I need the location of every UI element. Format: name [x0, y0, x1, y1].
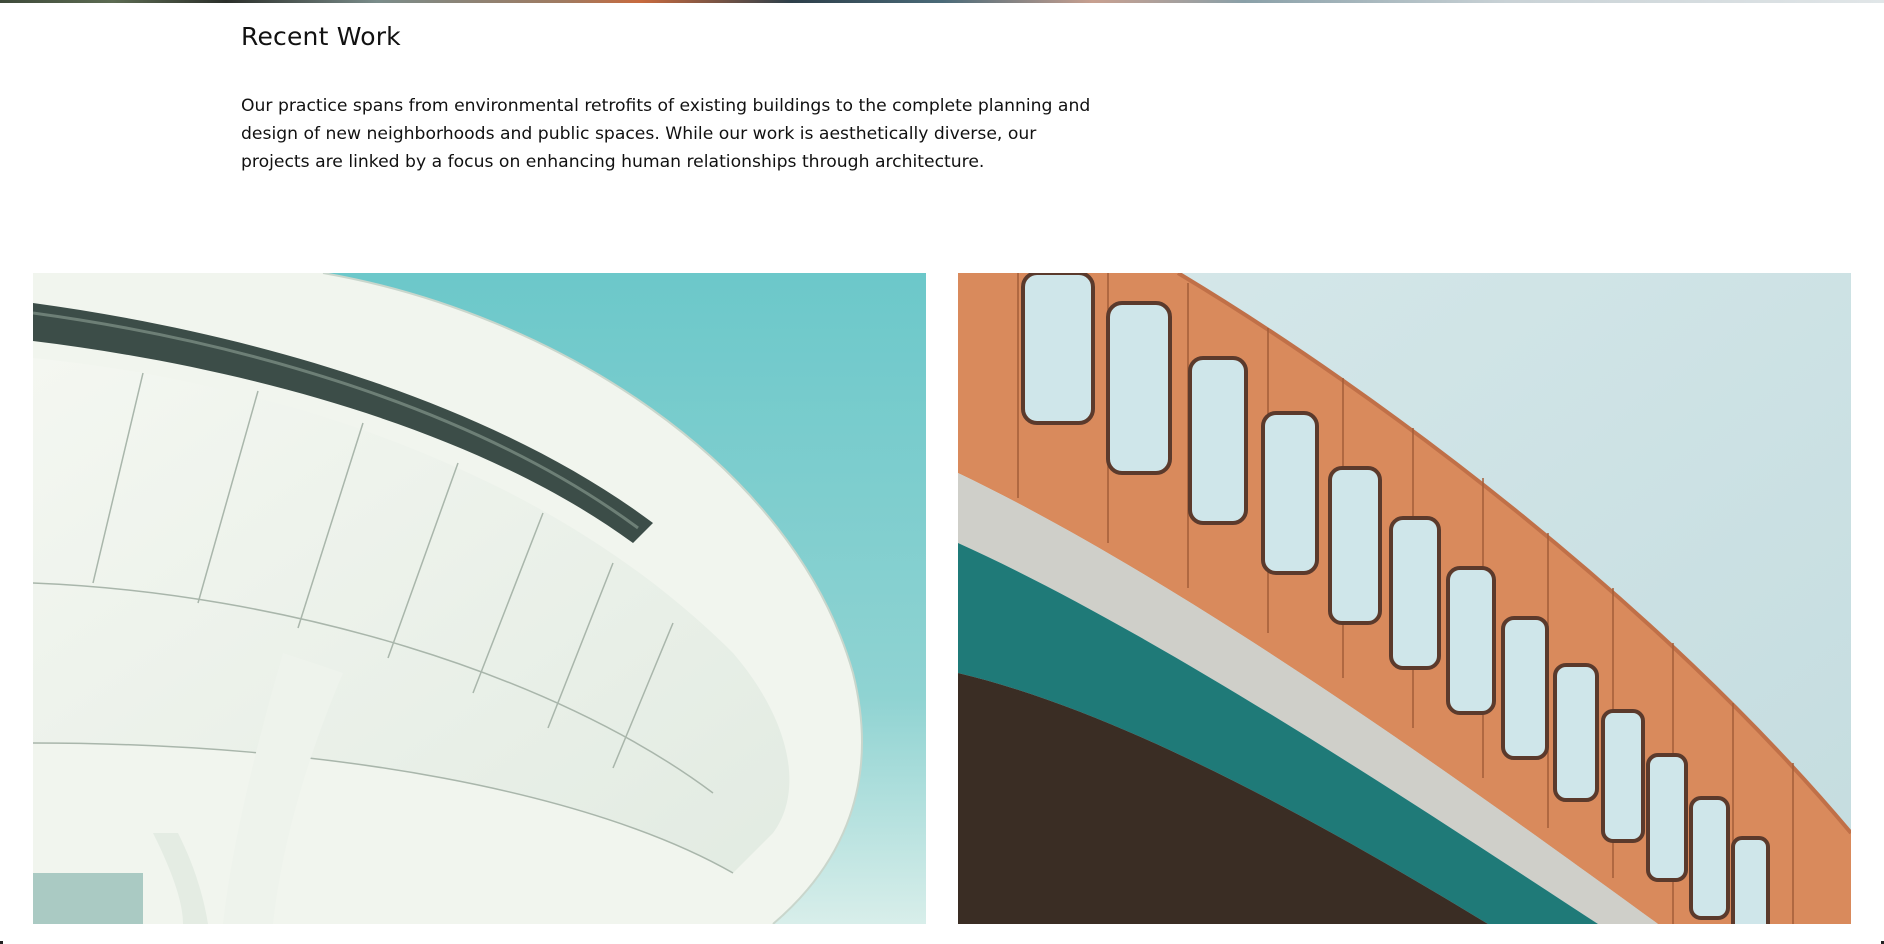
section-title: Recent Work	[241, 22, 401, 51]
project-photo-orange-teal-facade	[958, 273, 1851, 924]
project-photo-curved-white-building	[33, 273, 926, 924]
project-card-left[interactable]	[33, 273, 926, 924]
header-image-strip	[0, 0, 1884, 3]
project-card-right[interactable]	[958, 273, 1851, 924]
section-intro-text: Our practice spans from environmental re…	[241, 96, 1091, 172]
